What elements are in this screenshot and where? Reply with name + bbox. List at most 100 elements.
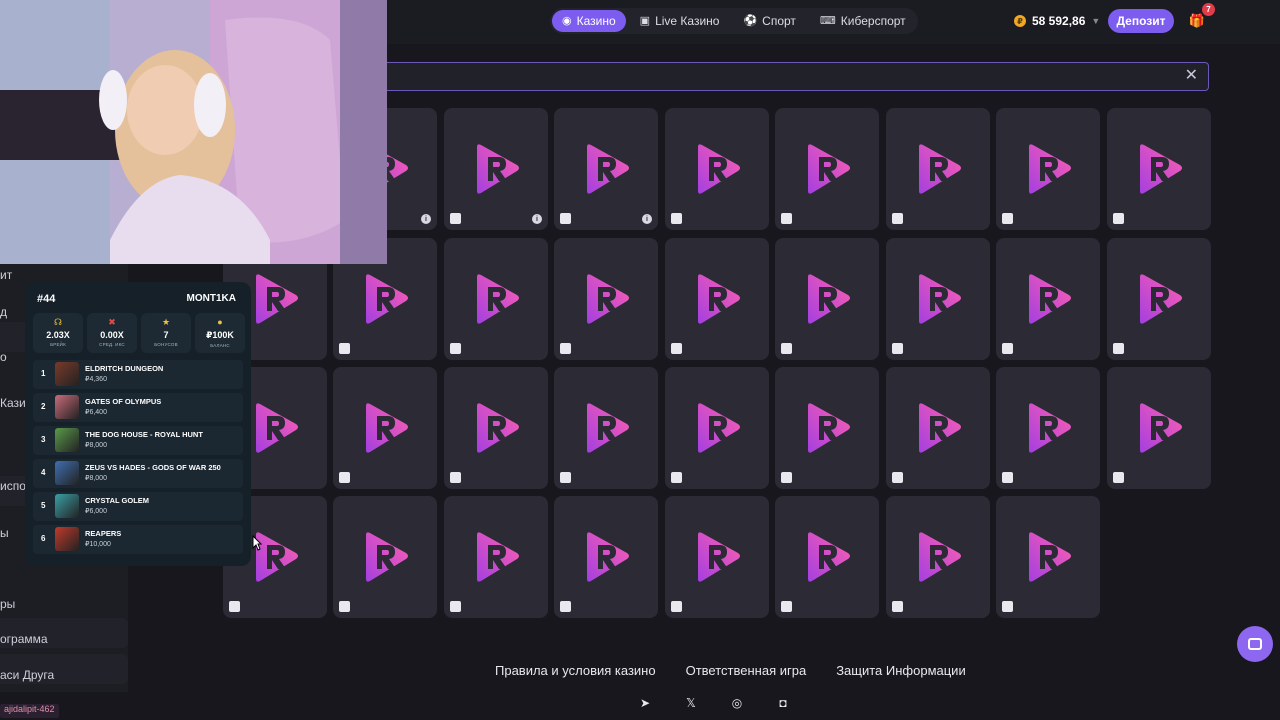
- provider-icon: [339, 601, 350, 612]
- game-tile[interactable]: [996, 238, 1100, 360]
- main-nav: ◉ Казино ▣ Live Казино ⚽ Спорт ⌨ Киберсп…: [550, 8, 918, 34]
- game-tile[interactable]: [775, 367, 879, 489]
- sidebar-item[interactable]: ит: [0, 268, 12, 282]
- row-number: 5: [41, 501, 46, 510]
- game-tile[interactable]: [1107, 238, 1211, 360]
- game-name: ELDRITCH DUNGEON: [85, 364, 164, 373]
- stat-label: БОНУСОВ: [154, 342, 178, 347]
- game-tile[interactable]: [444, 238, 548, 360]
- sidebar-item[interactable]: д: [0, 305, 7, 319]
- info-icon[interactable]: i: [421, 214, 431, 224]
- game-tile[interactable]: [775, 108, 879, 230]
- footer-link-terms[interactable]: Правила и условия казино: [495, 663, 656, 678]
- placeholder-logo-icon: [587, 144, 629, 194]
- game-tile[interactable]: [333, 496, 437, 618]
- game-thumbnail: [55, 395, 79, 419]
- provider-icon: [671, 601, 682, 612]
- footer-links: Правила и условия казино Ответственная и…: [495, 663, 966, 678]
- provider-icon: [1002, 343, 1013, 354]
- stat-break: ☊ 2.03X БРЕЙК: [33, 313, 83, 353]
- sidebar-item[interactable]: аси Друга: [0, 668, 54, 682]
- nav-casino[interactable]: ◉ Казино: [552, 10, 626, 32]
- webcam-overlay: [0, 0, 387, 264]
- provider-icon: [560, 601, 571, 612]
- game-tile[interactable]: [333, 367, 437, 489]
- placeholder-logo-icon: [477, 532, 519, 582]
- placeholder-logo-icon: [256, 274, 298, 324]
- sport-ball-icon: ⚽: [743, 14, 758, 27]
- leaderboard-list: 1 ELDRITCH DUNGEON ₽4,360 2 GATES OF OLYMPUS…: [33, 360, 243, 558]
- footer-link-privacy[interactable]: Защита Информации: [836, 663, 966, 678]
- balance-display[interactable]: ₽ 58 592,86 ▼: [1006, 9, 1108, 33]
- game-tile[interactable]: [886, 108, 990, 230]
- provider-icon: [781, 343, 792, 354]
- game-tile[interactable]: [886, 367, 990, 489]
- game-tile[interactable]: [554, 367, 658, 489]
- game-tile[interactable]: i: [554, 108, 658, 230]
- placeholder-logo-icon: [698, 403, 740, 453]
- provider-icon: [781, 601, 792, 612]
- placeholder-logo-icon: [808, 144, 850, 194]
- footer-link-responsible[interactable]: Ответственная игра: [686, 663, 807, 678]
- sidebar-item[interactable]: Кази: [0, 396, 26, 410]
- nav-esports[interactable]: ⌨ Киберспорт: [810, 10, 916, 32]
- game-tile[interactable]: i: [444, 108, 548, 230]
- stat-balance: ● ₽100K БАЛАНС: [195, 313, 245, 353]
- close-icon[interactable]: ✕: [1185, 68, 1198, 84]
- placeholder-logo-icon: [256, 403, 298, 453]
- discord-icon[interactable]: ◘: [774, 694, 792, 712]
- game-tile[interactable]: [996, 367, 1100, 489]
- instagram-icon[interactable]: ◎: [728, 694, 746, 712]
- chat-icon: [1248, 638, 1262, 650]
- game-thumbnail: [55, 362, 79, 386]
- game-tile[interactable]: [775, 238, 879, 360]
- sidebar-item[interactable]: о: [0, 350, 7, 364]
- game-tile[interactable]: [554, 238, 658, 360]
- placeholder-logo-icon: [587, 532, 629, 582]
- game-tile[interactable]: [665, 367, 769, 489]
- game-tile[interactable]: [1107, 367, 1211, 489]
- game-bet: ₽8,000: [85, 475, 107, 482]
- game-tile[interactable]: [996, 496, 1100, 618]
- placeholder-logo-icon: [698, 144, 740, 194]
- leaderboard-row: 2 GATES OF OLYMPUS ₽6,400: [33, 393, 243, 422]
- provider-icon: [892, 213, 903, 224]
- chevron-down-icon: ▼: [1091, 16, 1101, 26]
- nav-live-casino[interactable]: ▣ Live Казино: [630, 10, 730, 32]
- game-tile[interactable]: [665, 496, 769, 618]
- deposit-button[interactable]: Депозит: [1108, 9, 1174, 33]
- game-bet: ₽10,000: [85, 541, 111, 548]
- game-tile[interactable]: [665, 238, 769, 360]
- info-icon[interactable]: i: [642, 214, 652, 224]
- coin-icon: ₽: [1014, 15, 1026, 27]
- game-tile[interactable]: [886, 238, 990, 360]
- row-number: 1: [41, 369, 46, 378]
- sidebar-item[interactable]: ограмма: [0, 632, 48, 646]
- telegram-icon[interactable]: ➤: [636, 694, 654, 712]
- game-tile[interactable]: [1107, 108, 1211, 230]
- row-number: 2: [41, 402, 46, 411]
- nav-sport[interactable]: ⚽ Спорт: [733, 10, 805, 32]
- x-icon[interactable]: 𝕏: [682, 694, 700, 712]
- provider-icon: [1113, 343, 1124, 354]
- placeholder-logo-icon: [1029, 274, 1071, 324]
- game-tile[interactable]: [886, 496, 990, 618]
- game-tile[interactable]: [444, 367, 548, 489]
- game-tile[interactable]: [554, 496, 658, 618]
- sidebar-item[interactable]: ы: [0, 526, 9, 540]
- sidebar-item[interactable]: ры: [0, 597, 15, 611]
- balance-value: 58 592,86: [1032, 14, 1086, 28]
- game-name: THE DOG HOUSE - ROYAL HUNT: [85, 430, 203, 439]
- provider-icon: [1113, 472, 1124, 483]
- game-tile[interactable]: [444, 496, 548, 618]
- game-tile[interactable]: [665, 108, 769, 230]
- mouse-cursor-icon: [252, 535, 262, 551]
- chat-button[interactable]: [1237, 626, 1273, 662]
- info-icon[interactable]: i: [532, 214, 542, 224]
- nav-sport-label: Спорт: [762, 14, 796, 28]
- game-tile[interactable]: [996, 108, 1100, 230]
- casino-icon: ◉: [562, 14, 572, 27]
- game-name: REAPERS: [85, 529, 122, 538]
- star-icon: ★: [161, 317, 171, 327]
- game-tile[interactable]: [775, 496, 879, 618]
